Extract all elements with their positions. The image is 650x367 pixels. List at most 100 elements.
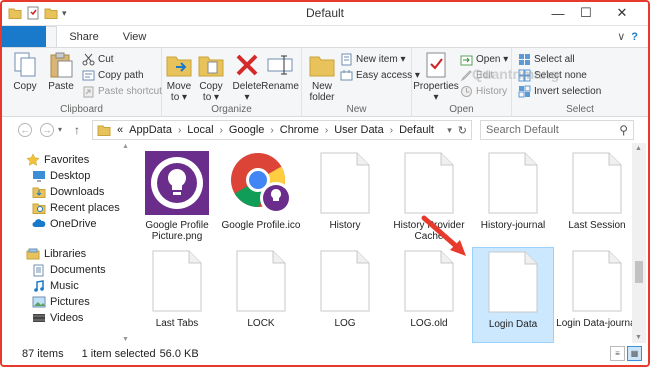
crumb-local[interactable]: Local [187, 124, 213, 136]
music-icon [34, 280, 44, 292]
move-to-button[interactable]: Move to ▾ [164, 50, 194, 103]
rename-button[interactable]: Rename [261, 50, 299, 92]
search-input[interactable]: Search Default ⚲ [480, 120, 634, 140]
nav-recent-places-label: Recent places [50, 202, 120, 214]
scroll-down-arrow-icon[interactable]: ▼ [635, 334, 642, 341]
file-item[interactable]: Google Profile.ico [220, 149, 302, 245]
onedrive-icon [32, 219, 46, 227]
crumb-default[interactable]: Default [399, 124, 434, 136]
back-button[interactable]: ← [18, 123, 32, 137]
address-dropdown-icon[interactable]: ▾ [447, 125, 452, 136]
nav-music[interactable]: Music [32, 279, 79, 293]
properties-icon [426, 52, 446, 78]
crumb-separator[interactable]: › [325, 125, 328, 136]
tab-view[interactable]: View [111, 26, 159, 47]
clipboard-group-label: Clipboard [60, 104, 103, 115]
open-button[interactable]: Open ▾ [460, 53, 508, 66]
paste-shortcut-button[interactable]: Paste shortcut [82, 85, 162, 98]
nav-onedrive[interactable]: OneDrive [32, 217, 96, 231]
file-item[interactable]: Last Tabs [136, 247, 218, 343]
crumb-separator[interactable]: › [270, 125, 273, 136]
nav-videos[interactable]: Videos [32, 311, 83, 325]
refresh-icon[interactable]: ↻ [458, 124, 467, 137]
invert-selection-button[interactable]: Invert selection [518, 85, 601, 98]
close-button[interactable]: ✕ [600, 2, 644, 24]
paste-button[interactable]: Paste [46, 50, 76, 92]
file-thumbnail [309, 149, 381, 217]
file-item[interactable]: LOG.old [388, 247, 470, 343]
maximize-button[interactable]: ☐ [572, 2, 600, 24]
large-icons-view-button[interactable]: ▦ [627, 346, 642, 361]
history-button[interactable]: History [460, 85, 507, 98]
easy-access-label: Easy access ▾ [356, 70, 420, 81]
videos-icon [33, 314, 45, 322]
nav-desktop-label: Desktop [50, 170, 91, 182]
delete-label: Delete ▾ [232, 81, 262, 103]
cut-button[interactable]: Cut [82, 53, 114, 66]
nav-pictures[interactable]: Pictures [32, 295, 90, 309]
breadcrumb-overflow[interactable]: « [117, 124, 123, 136]
file-item[interactable]: Login Data [472, 247, 554, 343]
group-open: Properties ▾ Open ▾ Edit History Open [412, 48, 512, 118]
file-item[interactable]: Login Data-journal [556, 247, 638, 343]
tab-share[interactable]: Share [57, 26, 110, 47]
file-list: Google Profile Picture.png Google Profile… [132, 143, 638, 343]
scroll-down-arrow-icon[interactable]: ▼ [122, 336, 129, 343]
file-item[interactable]: Google Profile Picture.png [136, 149, 218, 245]
delete-button[interactable]: Delete ▾ [232, 50, 262, 103]
easy-access-button[interactable]: Easy access ▾ [340, 69, 420, 82]
recent-locations-icon[interactable]: ▾ [58, 125, 62, 134]
copy-button[interactable]: Copy [10, 50, 40, 92]
file-item[interactable]: History [304, 149, 386, 245]
new-item-button[interactable]: New item ▾ [340, 53, 405, 66]
file-icon [320, 250, 370, 312]
file-item[interactable]: History-journal [472, 149, 554, 245]
file-icon [488, 251, 538, 313]
help-icon[interactable]: ? [631, 31, 638, 43]
up-button[interactable]: ↑ [74, 123, 80, 137]
file-icon [152, 250, 202, 312]
file-icon [236, 250, 286, 312]
crumb-user-data[interactable]: User Data [334, 124, 384, 136]
file-item[interactable]: Last Session [556, 149, 638, 245]
nav-videos-label: Videos [50, 312, 84, 324]
nav-libraries[interactable]: Libraries [26, 247, 86, 261]
copy-path-button[interactable]: Copy path [82, 69, 144, 82]
organize-group-label: Organize [211, 104, 252, 115]
crumb-separator[interactable]: › [390, 125, 393, 136]
scrollbar-thumb[interactable] [635, 261, 643, 283]
file-thumbnail [225, 149, 297, 217]
crumb-separator[interactable]: › [178, 125, 181, 136]
content-scrollbar[interactable]: ▲ ▼ [632, 143, 646, 343]
scroll-up-arrow-icon[interactable]: ▲ [635, 145, 642, 152]
nav-favorites[interactable]: Favorites [26, 153, 89, 167]
rename-label: Rename [261, 81, 299, 92]
file-item[interactable]: LOCK [220, 247, 302, 343]
details-view-button[interactable]: ≡ [610, 346, 625, 361]
address-bar: ← → ▾ ↑ « AppData › Local › Google › Chr… [2, 117, 648, 143]
minimize-button[interactable]: — [544, 2, 572, 24]
nav-recent-places[interactable]: Recent places [32, 201, 120, 215]
new-folder-button[interactable]: New folder [306, 50, 338, 103]
easy-access-icon [340, 70, 353, 81]
file-item[interactable]: LOG [304, 247, 386, 343]
collapse-ribbon-icon[interactable]: ∨ [617, 30, 625, 43]
crumb-separator[interactable]: › [220, 125, 223, 136]
search-icon[interactable]: ⚲ [619, 123, 628, 137]
nav-scrollbar[interactable]: ▲ ▼ [122, 143, 130, 343]
paste-shortcut-icon [83, 86, 94, 98]
crumb-google[interactable]: Google [229, 124, 264, 136]
crumb-appdata[interactable]: AppData [129, 124, 172, 136]
search-placeholder: Search Default [486, 124, 559, 136]
forward-button[interactable]: → [40, 123, 54, 137]
nav-documents[interactable]: Documents [32, 263, 106, 277]
scroll-up-arrow-icon[interactable]: ▲ [122, 143, 129, 150]
crumb-chrome[interactable]: Chrome [280, 124, 319, 136]
select-all-button[interactable]: Select all [518, 53, 575, 66]
paste-icon [50, 52, 73, 78]
nav-downloads[interactable]: Downloads [32, 185, 104, 199]
properties-button[interactable]: Properties ▾ [413, 50, 459, 103]
nav-desktop[interactable]: Desktop [32, 169, 90, 183]
copy-to-button[interactable]: Copy to ▾ [196, 50, 226, 103]
nav-downloads-label: Downloads [50, 186, 105, 198]
